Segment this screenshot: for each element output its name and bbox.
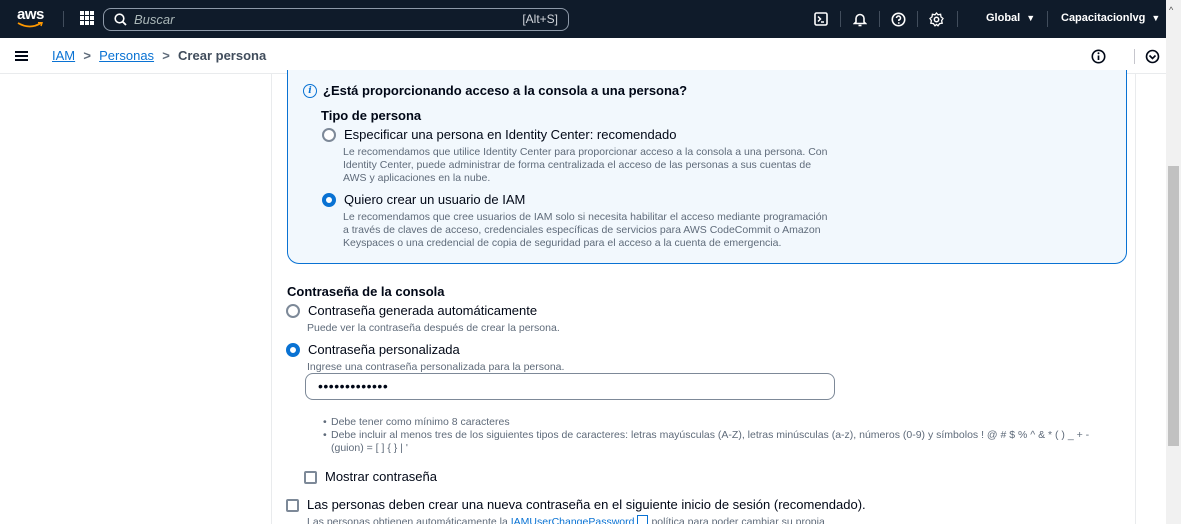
search-shortcut: [Alt+S] xyxy=(522,12,558,26)
console-password-label: Contraseña de la consola xyxy=(287,284,445,299)
breadcrumb-bar: IAM > Personas > Crear persona xyxy=(0,38,1166,74)
menu-icon[interactable] xyxy=(15,51,28,61)
search-icon xyxy=(114,13,127,26)
region-label: Global xyxy=(986,12,1021,24)
nav-divider xyxy=(879,11,880,27)
iam-user-change-password-link[interactable]: IAMUserChangePassword xyxy=(511,516,635,524)
caret-down-icon: ▼ xyxy=(1026,13,1036,23)
info-box-title: i ¿Está proporcionando acceso a la conso… xyxy=(303,83,687,98)
breadcrumb-current: Crear persona xyxy=(178,48,267,63)
nav-divider xyxy=(917,11,918,27)
aws-smile-icon xyxy=(17,22,43,28)
page-scrollbar[interactable]: ^ xyxy=(1166,0,1181,524)
radio-iam-user-label: Quiero crear un usuario de IAM xyxy=(344,192,526,207)
cloudshell-icon[interactable] xyxy=(812,10,830,28)
services-grid-icon[interactable] xyxy=(80,11,94,25)
radio-button-selected[interactable] xyxy=(286,343,300,357)
gear-icon[interactable] xyxy=(927,10,945,28)
radio-button-selected[interactable] xyxy=(322,193,336,207)
breadcrumb-divider xyxy=(1134,49,1135,64)
scroll-up-icon[interactable]: ^ xyxy=(1169,5,1173,15)
top-navigation-bar: aws Buscar [Alt+S] Global ▼ Capacitacion… xyxy=(0,0,1181,38)
aws-logo[interactable]: aws xyxy=(15,6,49,32)
info-box-title-text: ¿Está proporcionando acceso a la consola… xyxy=(323,83,688,98)
caret-down-icon: ▼ xyxy=(1151,13,1161,23)
show-password-label: Mostrar contraseña xyxy=(325,469,437,484)
breadcrumb-iam[interactable]: IAM xyxy=(52,48,75,63)
info-icon: i xyxy=(303,83,317,98)
chevron-right-icon: > xyxy=(162,48,170,63)
password-requirement: • Debe incluir al menos tres de los sigui… xyxy=(323,429,1090,441)
breadcrumb: IAM > Personas > Crear persona xyxy=(52,48,266,63)
info-icon[interactable] xyxy=(1091,49,1107,65)
person-type-label: Tipo de persona xyxy=(321,108,422,123)
account-menu[interactable]: Capacitacionlvg ▼ xyxy=(1061,12,1160,24)
nav-divider xyxy=(957,11,958,27)
breadcrumb-personas[interactable]: Personas xyxy=(99,48,154,63)
checkbox[interactable] xyxy=(304,471,317,484)
radio-iam-user-description: Le recomendamos que cree usuarios de IAM… xyxy=(343,211,828,249)
password-requirement-continued: (guion) = [ ] { } | ' xyxy=(331,442,408,454)
bell-icon[interactable] xyxy=(851,10,869,28)
scrollbar-thumb[interactable] xyxy=(1168,166,1179,446)
feedback-icon[interactable] xyxy=(1145,49,1161,65)
radio-identity-center-description: Le recomendamos que utilice Identity Cen… xyxy=(343,146,828,184)
radio-custom-password[interactable]: Contraseña personalizada xyxy=(286,342,460,357)
checkbox[interactable] xyxy=(286,499,299,512)
require-reset-checkbox[interactable]: Las personas deben crear una nueva contr… xyxy=(286,497,866,512)
show-password-checkbox[interactable]: Mostrar contraseña xyxy=(304,469,437,484)
external-link-icon xyxy=(637,515,649,524)
require-reset-description: Las personas obtienen automáticamente la… xyxy=(307,515,825,524)
radio-custom-password-label: Contraseña personalizada xyxy=(308,342,460,357)
radio-auto-password-description: Puede ver la contraseña después de crear… xyxy=(307,322,560,334)
nav-divider xyxy=(63,11,64,27)
nav-divider xyxy=(840,11,841,27)
radio-button[interactable] xyxy=(322,128,336,142)
search-placeholder: Buscar xyxy=(134,12,175,27)
password-input[interactable]: ••••••••••••• xyxy=(305,373,835,400)
aws-logo-text: aws xyxy=(17,6,44,23)
password-requirement: • Debe tener como mínimo 8 caracteres xyxy=(323,416,510,428)
require-reset-label: Las personas deben crear una nueva contr… xyxy=(307,497,866,512)
radio-iam-user[interactable]: Quiero crear un usuario de IAM xyxy=(322,192,525,207)
chevron-right-icon: > xyxy=(83,48,91,63)
password-value: ••••••••••••• xyxy=(318,378,389,394)
region-selector[interactable]: Global ▼ xyxy=(986,12,1035,24)
nav-divider xyxy=(1047,11,1048,27)
radio-identity-center-label: Especificar una persona en Identity Cent… xyxy=(344,127,677,142)
radio-button[interactable] xyxy=(286,304,300,318)
radio-identity-center[interactable]: Especificar una persona en Identity Cent… xyxy=(322,127,676,142)
radio-auto-password[interactable]: Contraseña generada automáticamente xyxy=(286,303,537,318)
help-icon[interactable] xyxy=(889,10,907,28)
radio-auto-password-label: Contraseña generada automáticamente xyxy=(308,303,538,318)
account-label: Capacitacionlvg xyxy=(1061,12,1146,24)
search-input[interactable]: Buscar [Alt+S] xyxy=(103,8,569,31)
